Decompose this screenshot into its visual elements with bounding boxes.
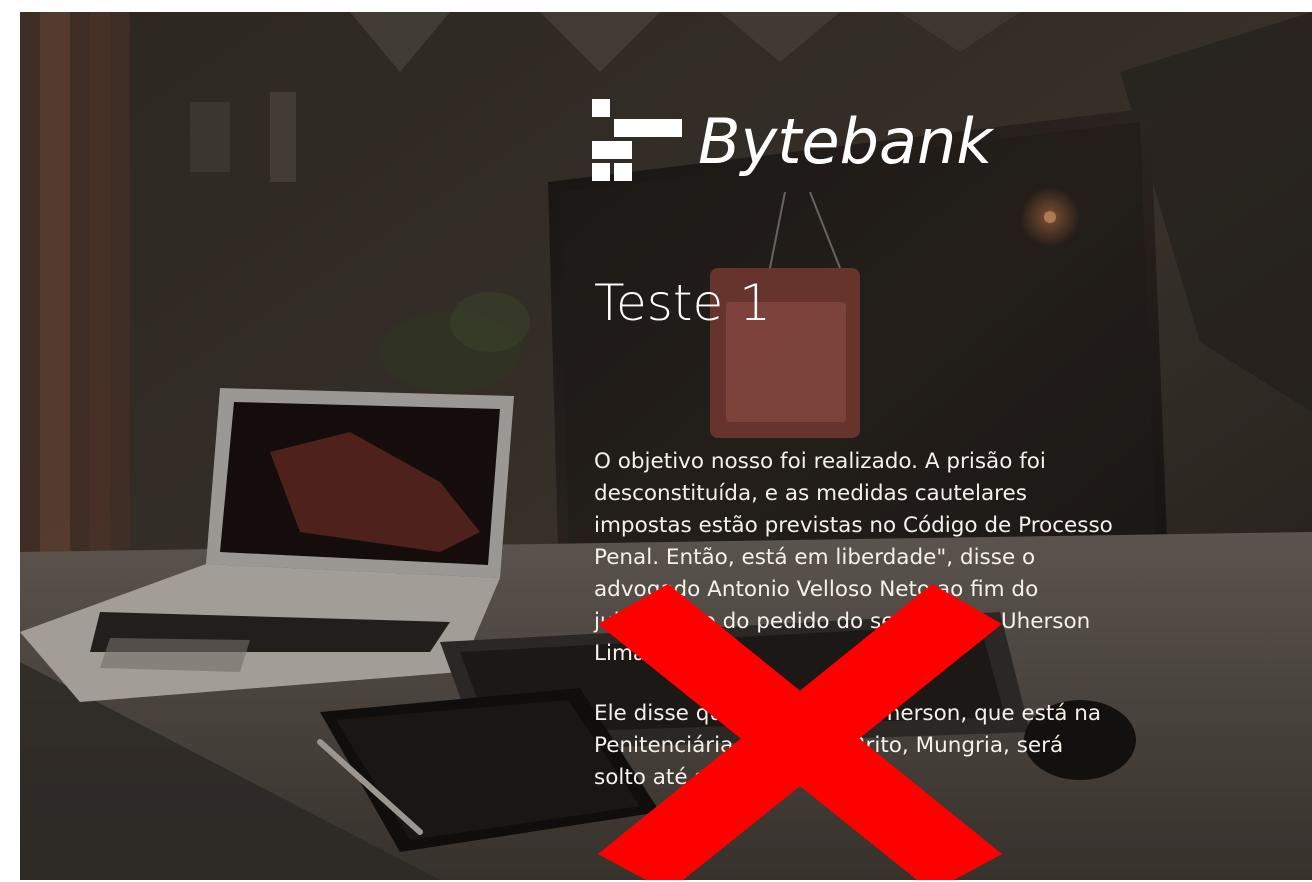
article-paragraph: Ele disse que o educador Uherson, que es… — [594, 701, 1102, 790]
bytebank-logo-mark-icon — [592, 99, 682, 181]
hero-section: Bytebank Teste 1 O objetivo nosso foi re… — [20, 12, 1312, 880]
article-body: O objetivo nosso foi realizado. A prisão… — [594, 446, 1114, 822]
brand-name: Bytebank — [698, 105, 993, 178]
page-title: Teste 1 — [594, 274, 771, 332]
brand-logo[interactable]: Bytebank — [592, 94, 992, 190]
article-paragraph: O objetivo nosso foi realizado. A prisão… — [594, 449, 1113, 666]
